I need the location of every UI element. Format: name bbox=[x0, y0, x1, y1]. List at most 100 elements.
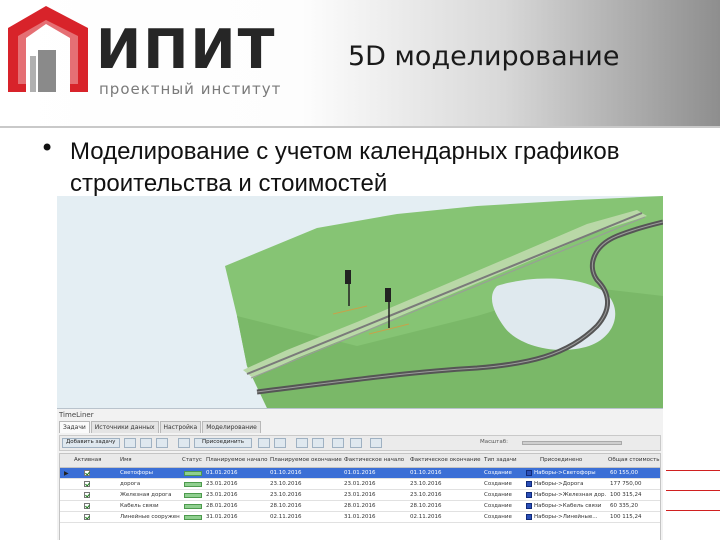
attached-set: Наборы->Железная дор... bbox=[534, 492, 606, 498]
col-active[interactable]: Активная bbox=[74, 457, 110, 463]
actual-start: 23.01.2016 bbox=[344, 492, 376, 498]
planned-start: 23.01.2016 bbox=[206, 492, 238, 498]
actual-end: 28.10.2016 bbox=[410, 503, 442, 509]
columns-icon[interactable] bbox=[332, 438, 344, 448]
task-row[interactable]: Линейные сооружения 31.01.2016 02.11.201… bbox=[60, 512, 660, 523]
attached-set: Наборы->Линейные... bbox=[534, 514, 598, 520]
delete-icon[interactable] bbox=[156, 438, 168, 448]
tab-simulate[interactable]: Моделирование bbox=[202, 421, 261, 433]
actual-start: 31.01.2016 bbox=[344, 514, 376, 520]
actual-end: 02.11.2016 bbox=[410, 514, 442, 520]
active-checkbox[interactable] bbox=[84, 503, 90, 509]
ipit-logo-icon bbox=[8, 6, 88, 92]
actual-start: 01.01.2016 bbox=[344, 470, 376, 476]
tab-configure[interactable]: Настройка bbox=[159, 421, 202, 433]
bullet-marker: • bbox=[40, 134, 55, 162]
col-status[interactable]: Статус bbox=[182, 457, 204, 463]
planned-end: 02.11.2016 bbox=[270, 514, 302, 520]
timeliner-toolbar: Добавить задачу Присоединить Масштаб: bbox=[59, 435, 661, 451]
task-name: Кабель связи bbox=[120, 503, 159, 509]
indent-icon[interactable] bbox=[140, 438, 152, 448]
col-planned-end[interactable]: Планируемое окончание bbox=[270, 457, 342, 463]
outline-icon[interactable] bbox=[124, 438, 136, 448]
total-cost: 100 315,24 bbox=[610, 492, 642, 498]
gantt-icon[interactable] bbox=[350, 438, 362, 448]
zoom-slider[interactable] bbox=[522, 441, 622, 445]
task-name: дорога bbox=[120, 481, 141, 487]
reset-icon[interactable] bbox=[274, 438, 286, 448]
task-row[interactable]: Кабель связи 28.01.2016 28.10.2016 28.01… bbox=[60, 501, 660, 512]
logo-subtitle: проектный институт bbox=[99, 80, 282, 98]
selection-set-icon bbox=[526, 481, 532, 487]
decorative-line bbox=[666, 490, 720, 491]
checklist-icon[interactable] bbox=[178, 438, 190, 448]
task-type: Создание bbox=[484, 492, 512, 498]
col-attached[interactable]: Присоединено bbox=[540, 457, 602, 463]
col-task-type[interactable]: Тип задачи bbox=[484, 457, 524, 463]
status-indicator bbox=[184, 482, 202, 487]
col-actual-end[interactable]: Фактическое окончание bbox=[410, 457, 482, 463]
model-viewport[interactable] bbox=[57, 196, 663, 408]
timeliner-panel: TimeLiner Задачи Источники данных Настро… bbox=[57, 408, 663, 540]
total-cost: 60 155,00 bbox=[610, 470, 638, 476]
status-indicator bbox=[184, 515, 202, 520]
decorative-line bbox=[666, 510, 720, 511]
zoom-label: Масштаб: bbox=[480, 439, 508, 445]
total-cost: 100 115,24 bbox=[610, 514, 642, 520]
actual-start: 23.01.2016 bbox=[344, 481, 376, 487]
active-checkbox[interactable] bbox=[84, 492, 90, 498]
current-row-indicator: ▶ bbox=[64, 470, 69, 477]
task-type: Создание bbox=[484, 514, 512, 520]
zoom-icon[interactable] bbox=[370, 438, 382, 448]
total-cost: 177 750,00 bbox=[610, 481, 642, 487]
selection-set-icon bbox=[526, 503, 532, 509]
col-name[interactable]: Имя bbox=[120, 457, 180, 463]
task-type: Создание bbox=[484, 503, 512, 509]
task-type: Создание bbox=[484, 470, 512, 476]
header-divider bbox=[0, 126, 720, 128]
status-indicator bbox=[184, 471, 202, 476]
actual-end: 23.10.2016 bbox=[410, 492, 442, 498]
bullet-text: Моделирование с учетом календарных графи… bbox=[70, 138, 620, 197]
selection-set-icon bbox=[526, 514, 532, 520]
attached-set: Наборы->Дорога bbox=[534, 481, 584, 487]
planned-end: 28.10.2016 bbox=[270, 503, 302, 509]
task-row[interactable]: Железная дорога 23.01.2016 23.10.2016 23… bbox=[60, 490, 660, 501]
selection-set-icon bbox=[526, 470, 532, 476]
col-actual-start[interactable]: Фактическое начало bbox=[344, 457, 408, 463]
task-row[interactable]: дорога 23.01.2016 23.10.2016 23.01.2016 … bbox=[60, 479, 660, 490]
decorative-line bbox=[666, 470, 720, 471]
task-name: Светофоры bbox=[120, 470, 153, 476]
active-checkbox[interactable] bbox=[84, 481, 90, 487]
logo-wordmark: ИПИТ bbox=[96, 18, 277, 81]
task-name: Линейные сооружения bbox=[120, 514, 180, 520]
task-row[interactable]: ▶ Светофоры 01.01.2016 01.10.2016 01.01.… bbox=[60, 468, 660, 479]
attached-set: Наборы->Кабель связи bbox=[534, 503, 602, 509]
col-planned-start[interactable]: Планируемое начало bbox=[206, 457, 268, 463]
task-name: Железная дорога bbox=[120, 492, 172, 498]
export-icon[interactable] bbox=[312, 438, 324, 448]
active-checkbox[interactable] bbox=[84, 514, 90, 520]
slide-title: 5D моделирование bbox=[348, 41, 620, 72]
auto-attach-icon[interactable] bbox=[258, 438, 270, 448]
task-grid-header: Активная Имя Статус Планируемое начало П… bbox=[60, 454, 660, 468]
navisworks-screenshot: TimeLiner Задачи Источники данных Настро… bbox=[57, 196, 663, 540]
actual-end: 23.10.2016 bbox=[410, 481, 442, 487]
attached-set: Наборы->Светофоры bbox=[534, 470, 596, 476]
task-type: Создание bbox=[484, 481, 512, 487]
col-total-cost[interactable]: Общая стоимость bbox=[608, 457, 660, 463]
planned-end: 23.10.2016 bbox=[270, 492, 302, 498]
tab-tasks[interactable]: Задачи bbox=[59, 421, 90, 433]
filter-icon[interactable] bbox=[296, 438, 308, 448]
planned-start: 28.01.2016 bbox=[206, 503, 238, 509]
active-checkbox[interactable] bbox=[84, 470, 90, 476]
task-grid: Активная Имя Статус Планируемое начало П… bbox=[59, 453, 661, 540]
selection-set-icon bbox=[526, 492, 532, 498]
planned-start: 31.01.2016 bbox=[206, 514, 238, 520]
status-indicator bbox=[184, 493, 202, 498]
actual-end: 01.10.2016 bbox=[410, 470, 442, 476]
actual-start: 28.01.2016 bbox=[344, 503, 376, 509]
tab-data-sources[interactable]: Источники данных bbox=[90, 421, 159, 433]
planned-end: 01.10.2016 bbox=[270, 470, 302, 476]
status-indicator bbox=[184, 504, 202, 509]
